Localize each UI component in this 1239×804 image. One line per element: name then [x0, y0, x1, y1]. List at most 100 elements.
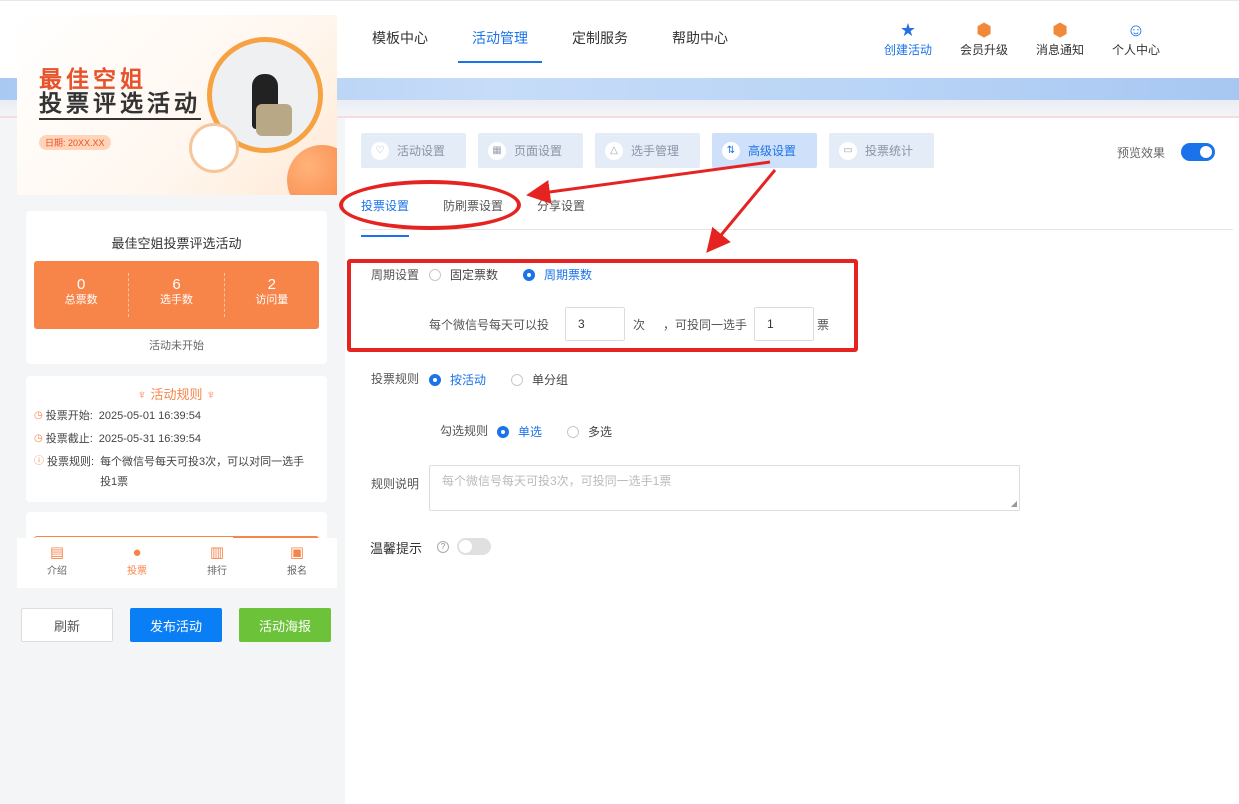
stat-label: 总票数 — [64, 294, 98, 306]
activity-poster-button[interactable]: 活动海报 — [239, 608, 331, 642]
step-label: 选手管理 — [631, 144, 680, 158]
tab-share-settings[interactable]: 分享设置 — [537, 190, 585, 229]
refresh-button[interactable]: 刷新 — [21, 608, 113, 642]
stats-icon: ▭ — [839, 141, 857, 160]
stats-bar: 0 总票数 6 选手数 2 访问量 — [34, 261, 319, 329]
banner-title-line2: 投票评选活动 — [39, 90, 201, 120]
tab-intro-label: 介绍 — [47, 566, 67, 577]
preview-effect-toggle: 预览效果 — [1117, 143, 1216, 161]
banner-small-circle — [189, 123, 239, 173]
activity-status: 活动未开始 — [149, 340, 204, 352]
rule-end: ◷ 投票截止: 2025-05-31 16:39:54 — [34, 429, 309, 449]
radio-single-group[interactable]: 单分组 — [511, 371, 568, 388]
resize-grip-icon[interactable]: ◢ — [1011, 499, 1017, 508]
contestant-icon: △ — [605, 141, 623, 160]
radio-multi-choice[interactable]: 多选 — [567, 423, 612, 440]
radio-circle — [567, 425, 579, 438]
stat-total-votes: 0 总票数 — [34, 273, 130, 317]
tab-ranking-label: 排行 — [207, 566, 227, 577]
rules-title-text: 活动规则 — [150, 387, 203, 402]
heart-icon: ♡ — [371, 141, 389, 160]
rule-key: 投票截止: — [45, 433, 93, 445]
preview-actions: 刷新 发布活动 活动海报 — [21, 608, 348, 642]
step-activity-settings[interactable]: ♡ 活动设置 — [361, 133, 466, 168]
tab-intro[interactable]: ▤ 介绍 — [17, 538, 97, 588]
radio-circle — [511, 373, 523, 386]
member-upgrade-label: 会员升级 — [959, 43, 1008, 57]
nav-help[interactable]: 帮助中心 — [650, 1, 750, 63]
activity-summary-card: 最佳空姐投票评选活动 0 总票数 6 选手数 2 访问量 活动未开始 — [26, 211, 327, 364]
star-icon: ★ — [899, 20, 917, 40]
radio-by-activity[interactable]: 按活动 — [429, 371, 486, 388]
radio-circle — [497, 425, 509, 438]
activity-title: 最佳空姐投票评选活动 — [111, 236, 242, 251]
banner-title-line1: 最佳空姐 — [39, 66, 147, 93]
stat-label: 访问量 — [255, 294, 289, 306]
rules-title: ♆ 活动规则 ♆ — [26, 384, 327, 403]
notifications-label: 消息通知 — [1035, 43, 1084, 57]
personal-center-button[interactable]: ☺ 个人中心 — [1098, 19, 1174, 58]
calendar-icon: ▤ — [49, 544, 65, 561]
signup-icon: ▣ — [289, 544, 305, 561]
warm-tip-switch[interactable] — [457, 538, 491, 555]
stat-contestants: 6 选手数 — [129, 273, 225, 317]
step-vote-statistics[interactable]: ▭ 投票统计 — [829, 133, 934, 168]
rule-description-textarea[interactable]: 每个微信号每天可投3次，可投同一选手1票 ◢ — [429, 465, 1020, 511]
radio-single-choice[interactable]: 单选 — [497, 423, 542, 440]
decor-left-icon: ♆ — [137, 387, 151, 402]
step-label: 页面设置 — [514, 144, 563, 158]
radio-single-choice-label: 单选 — [518, 425, 543, 439]
rule-value: 每个微信号每天可投3次，可以对同一选手投1票 — [100, 456, 305, 488]
step-label: 投票统计 — [865, 144, 914, 158]
mobile-tabbar: ▤ 介绍 ● 投票 ▥ 排行 ▣ 报名 — [17, 538, 337, 588]
rule-key: 投票规则: — [47, 456, 95, 468]
create-activity-button[interactable]: ★ 创建活动 — [870, 19, 946, 58]
stat-value: 0 — [76, 276, 86, 293]
stat-visits: 2 访问量 — [225, 273, 319, 317]
tab-signup[interactable]: ▣ 报名 — [257, 538, 337, 588]
page-icon: ▦ — [488, 141, 506, 160]
annotation-ellipse — [339, 180, 521, 230]
radio-single-group-label: 单分组 — [532, 373, 569, 387]
radio-circle — [429, 373, 441, 386]
rule-description-placeholder: 每个微信号每天可投3次，可投同一选手1票 — [442, 474, 672, 488]
rule-value: 2025-05-01 16:39:54 — [98, 410, 201, 422]
sliders-icon: ⇅ — [722, 141, 740, 160]
rule-value: 2025-05-31 16:39:54 — [98, 433, 201, 445]
info-icon: ⓘ — [34, 456, 44, 467]
quick-actions: ★ 创建活动 ⬢ 会员升级 ⬢ 消息通知 ☺ 个人中心 — [870, 19, 1174, 58]
nav-activity-management[interactable]: 活动管理 — [450, 1, 550, 63]
notifications-button[interactable]: ⬢ 消息通知 — [1022, 19, 1098, 58]
publish-activity-button[interactable]: 发布活动 — [130, 608, 222, 642]
settings-steps: ♡ 活动设置 ▦ 页面设置 △ 选手管理 ⇅ 高级设置 ▭ 投票统计 — [361, 133, 946, 168]
step-contestant-management[interactable]: △ 选手管理 — [595, 133, 700, 168]
stat-value: 6 — [172, 276, 181, 293]
person-icon: ● — [132, 544, 142, 561]
warm-tip-label: 温馨提示 — [370, 541, 423, 556]
stat-label: 选手数 — [159, 294, 193, 306]
rule-key: 投票开始: — [45, 410, 93, 422]
preview-effect-switch[interactable] — [1181, 143, 1216, 161]
member-upgrade-button[interactable]: ⬢ 会员升级 — [946, 19, 1022, 58]
clock-icon: ◷ — [34, 433, 43, 444]
create-activity-label: 创建活动 — [883, 43, 932, 57]
help-icon[interactable]: ? — [437, 541, 449, 553]
nav-custom-service[interactable]: 定制服务 — [550, 1, 650, 63]
tab-ranking[interactable]: ▥ 排行 — [177, 538, 257, 588]
step-advanced-settings[interactable]: ⇅ 高级设置 — [712, 133, 817, 168]
message-shield-icon: ⬢ — [1052, 20, 1068, 40]
nav-templates[interactable]: 模板中心 — [350, 1, 450, 63]
tab-vote[interactable]: ● 投票 — [97, 538, 177, 588]
activity-rules-card: ♆ 活动规则 ♆ ◷ 投票开始: 2025-05-01 16:39:54 ◷ 投… — [26, 376, 327, 502]
ranking-icon: ▥ — [209, 544, 225, 561]
radio-multi-choice-label: 多选 — [588, 425, 613, 439]
vip-shield-icon: ⬢ — [976, 20, 992, 40]
select-rule-label: 勾选规则 — [440, 424, 489, 438]
tab-signup-label: 报名 — [287, 566, 307, 577]
step-page-settings[interactable]: ▦ 页面设置 — [478, 133, 583, 168]
annotation-rectangle — [347, 259, 858, 352]
personal-center-label: 个人中心 — [1111, 43, 1160, 57]
radio-by-activity-label: 按活动 — [450, 373, 487, 387]
tab-vote-label: 投票 — [127, 566, 147, 577]
rule-voting: ⓘ 投票规则: 每个微信号每天可投3次，可以对同一选手投1票 — [34, 452, 310, 492]
